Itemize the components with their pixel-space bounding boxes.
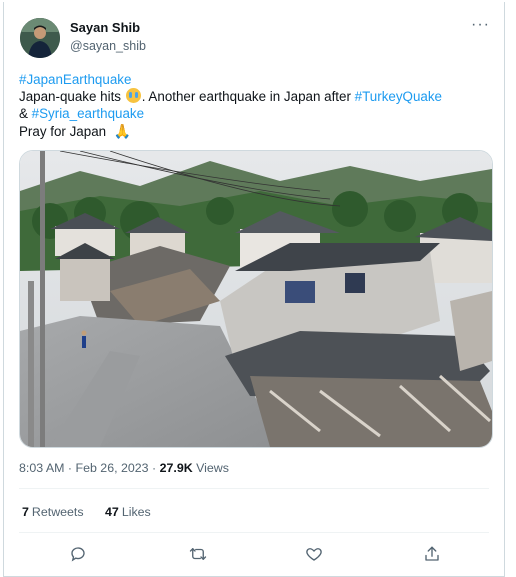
retweets-stat[interactable]: 7 Retweets: [22, 505, 84, 519]
reply-icon[interactable]: [64, 540, 92, 568]
retweet-icon[interactable]: [184, 540, 212, 568]
tweet-text-part: &: [19, 106, 28, 122]
likes-stat[interactable]: 47 Likes: [105, 505, 151, 519]
views-count: 27.9K: [159, 461, 193, 475]
loudly-crying-face-icon: [125, 88, 141, 104]
engagement-stats: 7 Retweets 47 Likes: [22, 505, 169, 519]
like-icon[interactable]: [300, 540, 328, 568]
tweet-text: #JapanEarthquake Japan-quake hits . Anot…: [19, 71, 489, 140]
tweet-text-part: Pray for Japan: [19, 123, 107, 139]
likes-count: 47: [105, 505, 119, 519]
avatar[interactable]: [20, 18, 60, 58]
likes-label: Likes: [121, 505, 151, 519]
tweet-text-part: . Another earthquake in Japan after: [141, 89, 351, 105]
author-name[interactable]: Sayan Shib: [70, 20, 140, 35]
tweet-date[interactable]: Feb 26, 2023: [76, 461, 149, 475]
tweet-meta: 8:03 AM · Feb 26, 2023 · 27.9K Views: [19, 461, 229, 475]
retweets-count: 7: [22, 505, 29, 519]
hashtag-japan-earthquake[interactable]: #JapanEarthquake: [19, 72, 131, 87]
tweet-photo[interactable]: [19, 150, 493, 448]
tweet-text-part: Japan-quake hits: [19, 89, 121, 105]
divider: [19, 532, 489, 533]
meta-separator: ·: [67, 461, 73, 475]
hashtag-turkey-quake[interactable]: #TurkeyQuake: [355, 89, 442, 104]
tweet-card: Sayan Shib @sayan_shib ··· #JapanEarthqu…: [3, 2, 505, 577]
meta-separator: ·: [152, 461, 157, 475]
tweet-time[interactable]: 8:03 AM: [19, 461, 64, 475]
share-icon[interactable]: [418, 540, 446, 568]
retweets-label: Retweets: [31, 505, 84, 519]
action-bar: [4, 540, 506, 568]
folded-hands-icon: 🙏: [113, 122, 132, 139]
author-handle[interactable]: @sayan_shib: [70, 39, 146, 53]
divider: [19, 488, 489, 489]
more-options-icon[interactable]: ···: [471, 16, 490, 34]
views-label: Views: [196, 461, 229, 475]
hashtag-syria-earthquake[interactable]: #Syria_earthquake: [32, 106, 144, 121]
